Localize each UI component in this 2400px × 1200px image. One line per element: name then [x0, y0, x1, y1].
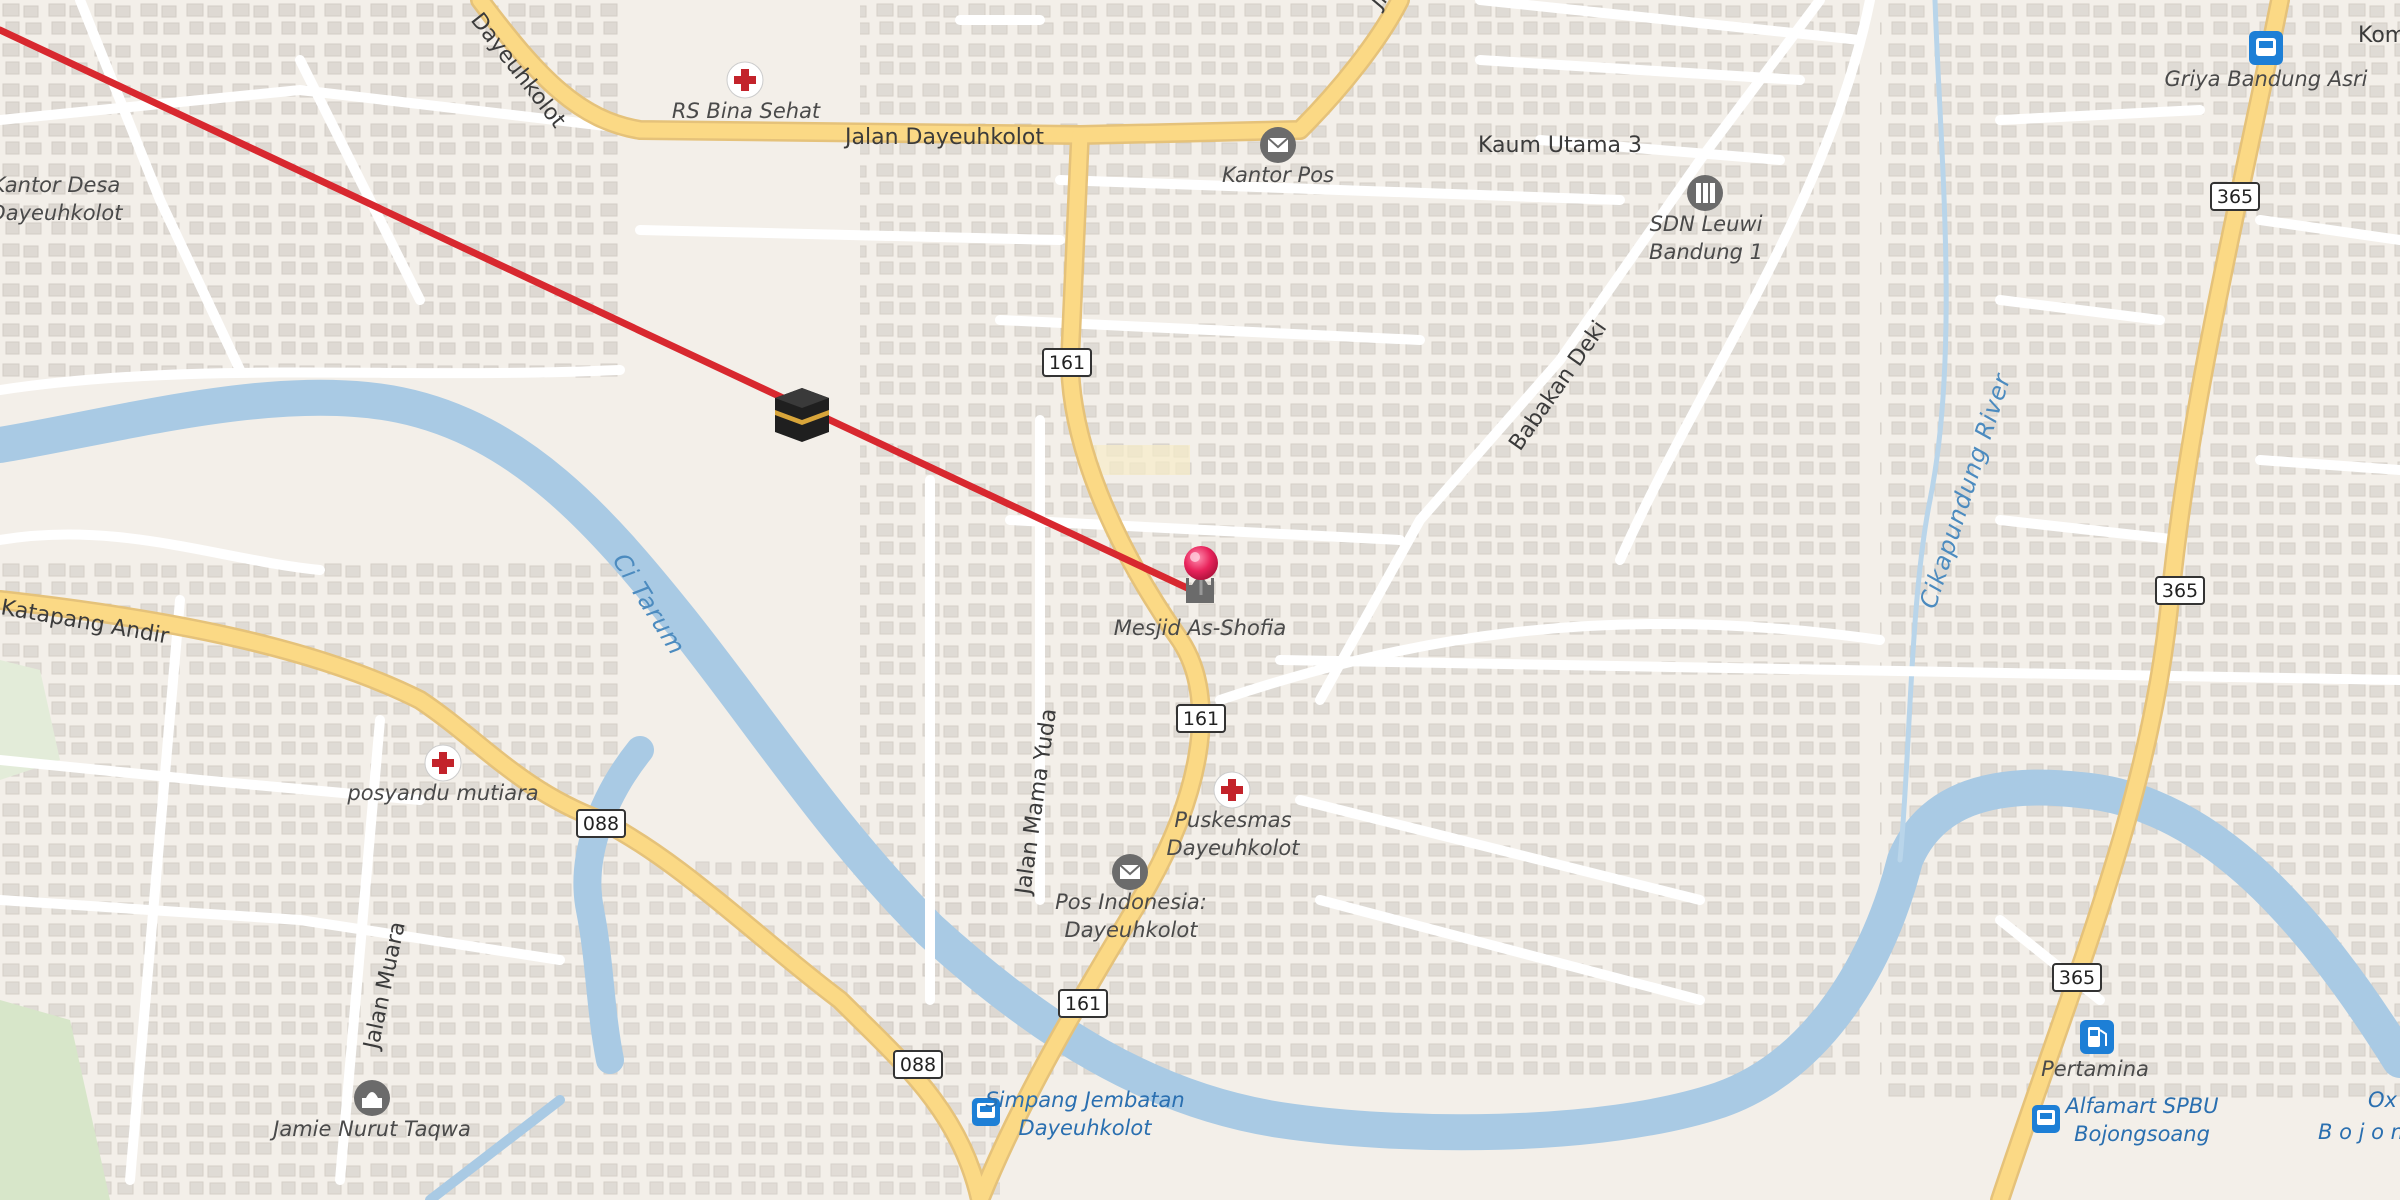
- street-label-kom: Kom: [2358, 23, 2400, 48]
- svg-text:SDN Leuwi: SDN Leuwi: [1650, 212, 1763, 236]
- shield-161-b: 161: [1176, 704, 1226, 733]
- poi-qibla-kaaba[interactable]: [775, 388, 829, 442]
- svg-text:Ox: Ox: [2368, 1088, 2398, 1112]
- shield-365-a: 365: [2210, 182, 2260, 211]
- svg-text:088: 088: [900, 1054, 936, 1076]
- svg-text:Bojongsoang: Bojongsoang: [2074, 1122, 2210, 1146]
- svg-text:161: 161: [1065, 993, 1101, 1015]
- svg-text:Dayeuhkolot: Dayeuhkolot: [1167, 836, 1301, 860]
- kaaba-icon: [775, 388, 829, 442]
- svg-text:365: 365: [2162, 580, 2198, 602]
- svg-text:161: 161: [1049, 352, 1085, 374]
- svg-text:Kantor Pos: Kantor Pos: [1222, 163, 1334, 187]
- shield-161-c: 161: [1058, 989, 1108, 1018]
- svg-text:Dayeuhkolot: Dayeuhkolot: [1065, 918, 1199, 942]
- svg-text:Mesjid As-Shofia: Mesjid As-Shofia: [1114, 616, 1286, 640]
- svg-text:B o j o n: B o j o n: [2318, 1120, 2400, 1144]
- svg-text:Dayeuhkolot: Dayeuhkolot: [0, 201, 123, 225]
- svg-text:Puskesmas: Puskesmas: [1174, 808, 1291, 832]
- svg-text:Dayeuhkolot: Dayeuhkolot: [1019, 1116, 1153, 1140]
- street-label-kaum-utama-3: Kaum Utama 3: [1478, 133, 1642, 158]
- svg-text:Pertamina: Pertamina: [2041, 1057, 2149, 1081]
- street-label-jalan-dayeuhkolot: Jalan Dayeuhkolot: [843, 125, 1044, 150]
- svg-text:365: 365: [2217, 186, 2253, 208]
- svg-text:posyandu mutiara: posyandu mutiara: [346, 781, 538, 805]
- shield-365-c: 365: [2052, 963, 2102, 992]
- shield-088-b: 088: [893, 1050, 943, 1079]
- shield-161-a: 161: [1042, 348, 1092, 377]
- svg-text:Kantor Desa: Kantor Desa: [0, 173, 120, 197]
- svg-text:Griya Bandung Asri: Griya Bandung Asri: [2164, 67, 2367, 91]
- map-canvas[interactable]: Jalan Dayeuhkolot Dayeuhkolot Kaum Utama…: [0, 0, 2400, 1200]
- svg-text:Pos Indonesia:: Pos Indonesia:: [1055, 890, 1207, 914]
- shield-088-a: 088: [576, 809, 626, 838]
- svg-text:088: 088: [583, 813, 619, 835]
- svg-text:Alfamart SPBU: Alfamart SPBU: [2063, 1094, 2218, 1118]
- svg-text:Simpang Jembatan: Simpang Jembatan: [985, 1088, 1184, 1112]
- svg-text:Jamie Nurut Taqwa: Jamie Nurut Taqwa: [269, 1117, 471, 1141]
- shield-365-b: 365: [2155, 576, 2205, 605]
- svg-text:RS Bina Sehat: RS Bina Sehat: [672, 99, 821, 123]
- svg-text:Bandung 1: Bandung 1: [1649, 240, 1763, 264]
- svg-text:365: 365: [2059, 967, 2095, 989]
- svg-text:161: 161: [1183, 708, 1219, 730]
